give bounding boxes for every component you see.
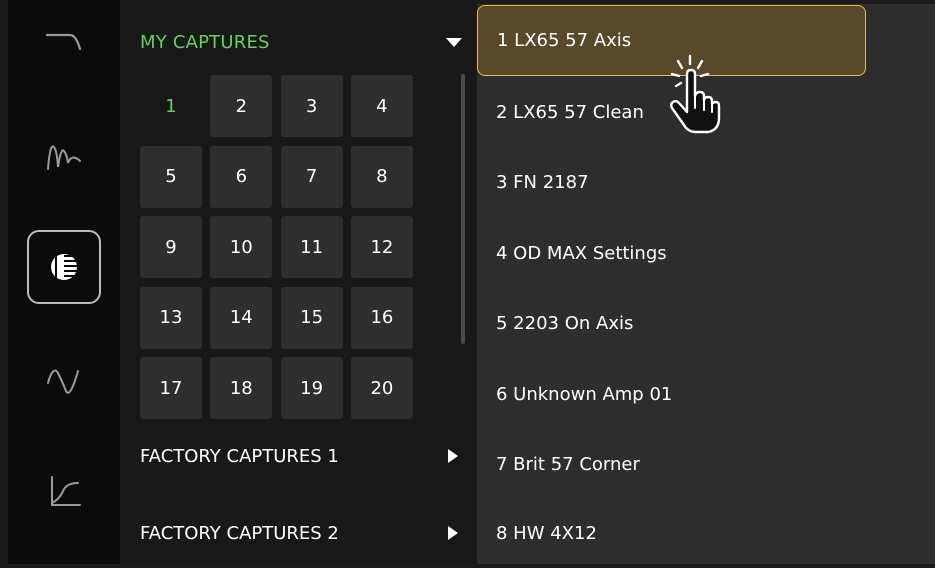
slot-cell[interactable]: 4 [350, 75, 413, 137]
tap-hand-cursor-icon [658, 52, 722, 140]
capture-list-item[interactable]: 8 HW 4X12 [477, 498, 867, 568]
low-cut-filter-icon[interactable] [28, 455, 100, 527]
factory-captures-1-folder[interactable]: FACTORY CAPTURES 1 [140, 436, 462, 476]
slot-cell[interactable]: 17 [140, 357, 202, 419]
slot-cell[interactable]: 13 [140, 286, 202, 349]
slot-cell[interactable]: 20 [350, 357, 413, 419]
capture-list-item[interactable]: 3 FN 2187 [477, 147, 867, 217]
slot-cell[interactable]: 2 [210, 75, 273, 137]
left-edge-strip [0, 0, 8, 564]
my-captures-label: MY CAPTURES [140, 31, 270, 53]
capture-list-item[interactable]: 5 2203 On Axis [477, 288, 867, 358]
list-top-strip [477, 0, 935, 4]
icon-rail [8, 0, 120, 564]
slot-cell[interactable]: 18 [210, 357, 273, 419]
slot-cell[interactable]: 3 [280, 75, 343, 137]
chevron-right-icon [448, 526, 458, 540]
slot-cell[interactable]: 5 [140, 145, 202, 208]
slot-cell[interactable]: 15 [280, 286, 343, 349]
capture-sphere-icon[interactable] [27, 230, 101, 304]
factory-captures-1-label: FACTORY CAPTURES 1 [140, 445, 339, 467]
factory-captures-2-label: FACTORY CAPTURES 2 [140, 522, 339, 544]
slot-cell[interactable]: 1 [140, 75, 202, 137]
slot-cell[interactable]: 12 [350, 216, 413, 278]
chevron-right-icon [448, 449, 458, 463]
slot-cell[interactable]: 9 [140, 216, 202, 278]
slot-cell[interactable]: 8 [350, 145, 413, 208]
capture-list-item[interactable]: 4 OD MAX Settings [477, 218, 867, 288]
slot-cell[interactable]: 6 [210, 145, 273, 208]
capture-list-item[interactable]: 6 Unknown Amp 01 [477, 359, 867, 429]
slot-cell[interactable]: 14 [210, 286, 273, 349]
waveform-eq-icon[interactable] [28, 120, 100, 192]
slot-cell[interactable]: 16 [350, 286, 413, 349]
grid-scrollbar[interactable] [461, 74, 465, 344]
sine-wave-icon[interactable] [28, 344, 100, 416]
my-captures-folder[interactable]: MY CAPTURES [140, 22, 464, 62]
high-cut-filter-icon[interactable] [28, 6, 100, 78]
slot-cell[interactable]: 11 [280, 216, 343, 278]
chevron-down-icon [446, 37, 462, 47]
factory-captures-2-folder[interactable]: FACTORY CAPTURES 2 [140, 513, 462, 553]
slot-cell[interactable]: 7 [280, 145, 343, 208]
capture-slot-grid: 1 2 3 4 5 6 7 8 9 10 11 12 13 14 15 16 1… [140, 75, 413, 419]
slot-cell[interactable]: 19 [280, 357, 343, 419]
capture-list-item[interactable]: 7 Brit 57 Corner [477, 429, 867, 499]
slot-cell[interactable]: 10 [210, 216, 273, 278]
folder-panel: MY CAPTURES 1 2 3 4 5 6 7 8 9 10 11 12 1… [120, 0, 477, 564]
